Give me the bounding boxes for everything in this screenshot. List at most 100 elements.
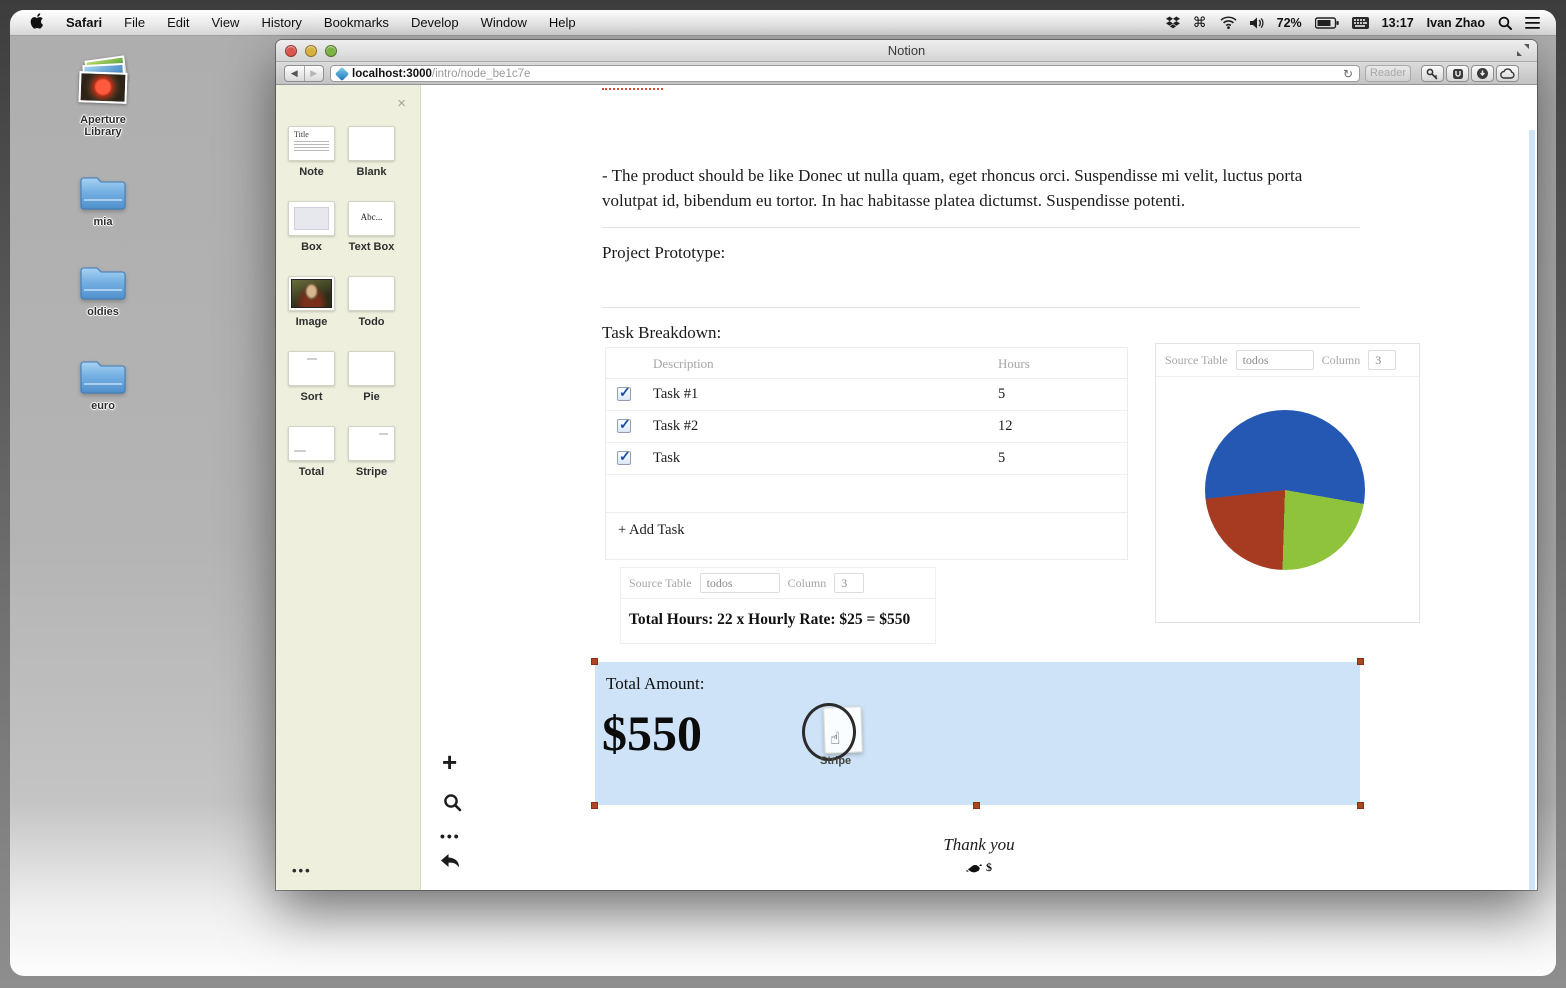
selection-handle[interactable] — [973, 802, 980, 809]
desktop-icon-euro[interactable]: euro — [55, 356, 151, 412]
selection-handle[interactable] — [1357, 802, 1364, 809]
menu-bar: Safari File Edit View History Bookmarks … — [10, 10, 1556, 36]
total-hours-value: $550 — [879, 611, 910, 628]
add-block-icon[interactable]: + — [442, 747, 457, 778]
task-table: Description Hours Task #1 5 Task #2 12 T… — [605, 347, 1128, 560]
total-amount-block-selected[interactable]: Total Amount: $550 — [595, 662, 1360, 805]
block-card-sort[interactable]: Sort — [288, 351, 335, 386]
icloud-tabs-icon[interactable] — [1496, 65, 1519, 82]
desktop-icon-aperture-library[interactable]: Aperture Library — [55, 58, 151, 138]
signature-glyph: $ — [603, 860, 1355, 879]
block-card-pie[interactable]: Pie — [348, 351, 395, 386]
block-card-image[interactable]: Image — [288, 276, 335, 311]
site-favicon — [335, 66, 349, 80]
table-row[interactable]: Task #2 12 — [606, 411, 1127, 443]
menu-bookmarks[interactable]: Bookmarks — [313, 15, 400, 30]
fullscreen-icon[interactable] — [1516, 43, 1530, 57]
source-table-input[interactable]: todos — [1236, 350, 1314, 370]
total-hours-line: Total Hours: 22 x Hourly Rate: $25 = $55… — [621, 599, 935, 629]
desktop-icon-oldies[interactable]: oldies — [55, 262, 151, 318]
desktop-icon-label: oldies — [55, 306, 151, 318]
undo-icon[interactable] — [440, 853, 461, 875]
checkbox-checked[interactable] — [617, 419, 631, 433]
back-button[interactable]: ◀ — [285, 66, 305, 81]
column-input[interactable]: 3 — [1368, 350, 1396, 370]
block-card-note[interactable]: Title Note — [288, 126, 335, 161]
close-icon[interactable]: × — [397, 95, 406, 112]
desktop-icon-mia[interactable]: mia — [55, 172, 151, 228]
notification-center-icon[interactable] — [1525, 17, 1540, 29]
menu-bar-status: ⌘ 72% 13:17 Ivan Zhao — [1166, 14, 1556, 31]
apple-icon — [30, 13, 44, 29]
menu-file[interactable]: File — [113, 15, 156, 30]
address-bar[interactable]: localhost:3000 /intro/node_be1c7e ↻ — [330, 65, 1360, 82]
block-card-stripe[interactable]: Stripe — [348, 426, 395, 461]
key-extension-icon[interactable] — [1421, 65, 1444, 82]
wifi-icon[interactable] — [1220, 16, 1237, 29]
spotlight-search-icon[interactable] — [1498, 16, 1512, 30]
table-row[interactable]: Task 5 — [606, 443, 1127, 475]
task-breakdown-heading[interactable]: Task Breakdown: — [602, 323, 721, 343]
block-label: Image — [296, 316, 328, 328]
menu-help[interactable]: Help — [538, 15, 587, 30]
task-hours[interactable]: 5 — [998, 450, 1005, 467]
selection-handle[interactable] — [591, 658, 598, 665]
block-card-todo[interactable]: Todo — [348, 276, 395, 311]
task-description[interactable]: Task #2 — [653, 418, 698, 435]
add-task-button[interactable]: + Add Task — [606, 512, 1127, 559]
task-hours[interactable]: 5 — [998, 386, 1005, 403]
column-header-hours: Hours — [998, 356, 1030, 372]
source-table-input[interactable]: todos — [700, 573, 780, 593]
checkbox-checked[interactable] — [617, 387, 631, 401]
menu-history[interactable]: History — [250, 15, 312, 30]
menu-safari[interactable]: Safari — [55, 15, 113, 30]
menu-develop[interactable]: Develop — [400, 15, 470, 30]
forward-button[interactable]: ▶ — [305, 66, 324, 81]
menu-window[interactable]: Window — [470, 15, 538, 30]
block-card-textbox[interactable]: Abc... Text Box — [348, 201, 395, 236]
textbox-card-preview: Abc... — [349, 212, 394, 222]
total-amount-value: $550 — [602, 704, 702, 762]
checkbox-checked[interactable] — [617, 451, 631, 465]
search-tool-icon[interactable] — [443, 793, 462, 817]
page-content: × Title Note Blank Box Abc... Text Box — [276, 85, 1537, 890]
battery-icon[interactable] — [1315, 17, 1339, 29]
block-card-box[interactable]: Box — [288, 201, 335, 236]
block-label: Stripe — [356, 466, 387, 478]
apple-menu[interactable] — [10, 13, 55, 32]
downloads-icon[interactable] — [1471, 65, 1494, 82]
pie-chart[interactable] — [1205, 410, 1365, 570]
block-card-total[interactable]: Total — [288, 426, 335, 461]
block-card-blank[interactable]: Blank — [348, 126, 395, 161]
task-description[interactable]: Task — [653, 450, 680, 467]
menu-edit[interactable]: Edit — [156, 15, 200, 30]
url-path: /intro/node_be1c7e — [432, 68, 530, 80]
total-card-preview — [294, 450, 306, 452]
app-extension-icon[interactable] — [1446, 65, 1469, 82]
window-title-bar[interactable]: Notion — [276, 40, 1537, 62]
project-prototype-heading[interactable]: Project Prototype: — [602, 243, 725, 263]
reader-button[interactable]: Reader — [1365, 65, 1411, 82]
keyboard-shortcut-icon[interactable]: ⌘ — [1193, 14, 1207, 31]
selection-handle[interactable] — [591, 802, 598, 809]
user-name[interactable]: Ivan Zhao — [1427, 16, 1485, 30]
volume-icon[interactable] — [1250, 17, 1264, 29]
selection-handle[interactable] — [1357, 658, 1364, 665]
clock[interactable]: 13:17 — [1382, 16, 1414, 30]
memo-paragraph[interactable]: - The product should be like Donec ut nu… — [602, 163, 1354, 213]
note-card-title: Title — [289, 127, 334, 139]
drag-ghost-stripe-block[interactable]: ☝ Stripe — [796, 697, 906, 807]
dropbox-icon[interactable] — [1166, 16, 1180, 29]
block-label: Box — [301, 241, 322, 253]
more-tools-icon[interactable]: ••• — [440, 828, 461, 844]
menu-view[interactable]: View — [201, 15, 251, 30]
task-hours[interactable]: 12 — [998, 418, 1013, 435]
sidebar-more-icon[interactable]: ••• — [292, 863, 312, 878]
input-source-icon[interactable] — [1352, 17, 1369, 29]
task-description[interactable]: Task #1 — [653, 386, 698, 403]
block-label: Pie — [363, 391, 380, 403]
column-input[interactable]: 3 — [834, 573, 864, 593]
table-row[interactable]: Task #1 5 — [606, 379, 1127, 411]
reload-icon[interactable]: ↻ — [1343, 67, 1353, 81]
source-table-label: Source Table — [629, 576, 692, 591]
